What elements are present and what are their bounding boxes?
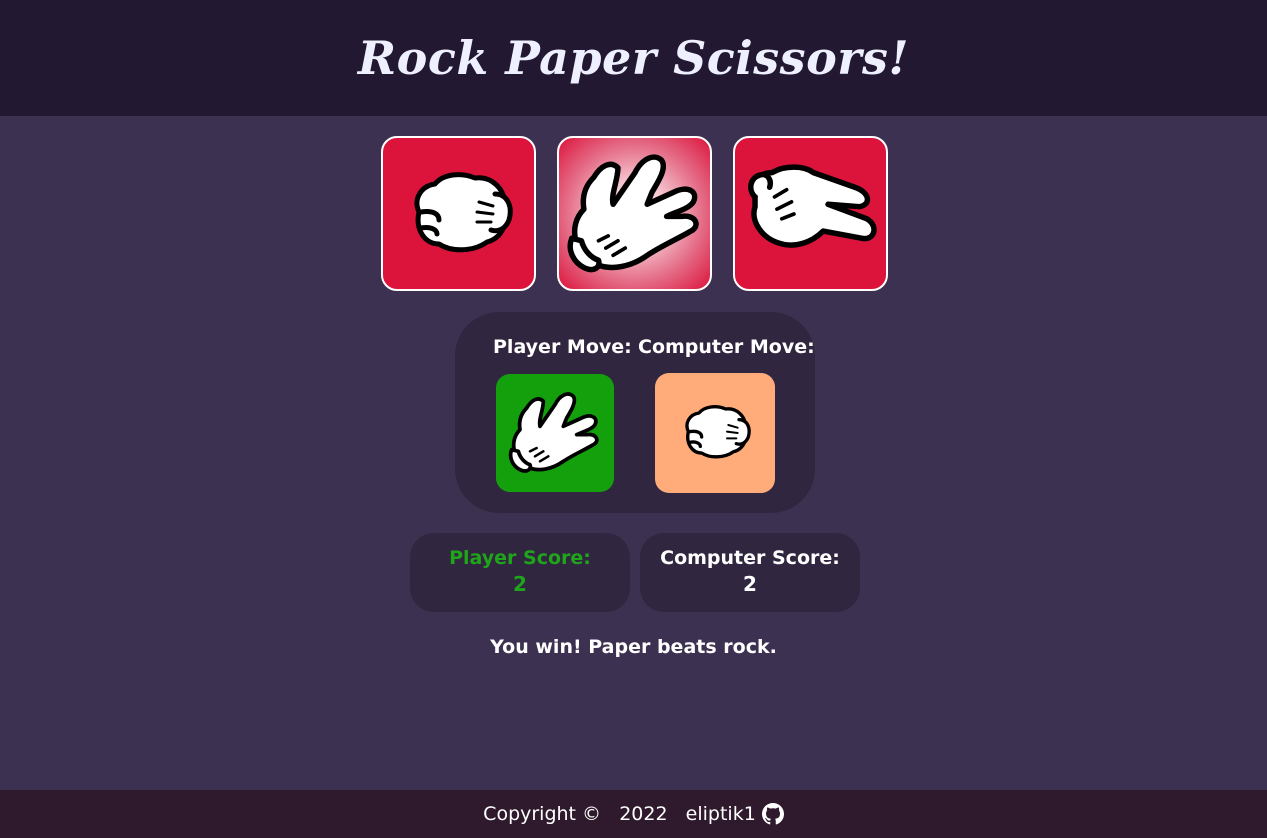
author-name: eliptik1 (685, 803, 756, 825)
computer-score-label: Computer Score: (660, 547, 840, 569)
computer-score-value: 2 (743, 572, 757, 596)
move-panel: Player Move: Computer Move: (455, 312, 815, 513)
copyright-text: Copyright © (483, 803, 602, 825)
choice-buttons (381, 136, 888, 291)
page-title: Rock Paper Scissors! (357, 31, 910, 85)
paper-button[interactable] (557, 136, 712, 291)
footer: Copyright © 2022 eliptik1 (0, 790, 1267, 838)
paper-glove-icon (508, 392, 599, 473)
computer-move-card (655, 373, 775, 493)
player-score-box: Player Score: 2 (410, 533, 630, 612)
player-score-label: Player Score: (449, 547, 591, 569)
rock-button[interactable] (381, 136, 536, 291)
github-icon[interactable] (761, 803, 784, 825)
rock-glove-icon (685, 405, 751, 459)
result-message: You win! Paper beats rock. (490, 636, 777, 658)
computer-score-box: Computer Score: 2 (640, 533, 860, 612)
rock-glove-icon (414, 171, 513, 252)
player-move-label: Player Move: (493, 336, 632, 358)
paper-glove-icon (566, 153, 699, 272)
computer-move-label: Computer Move: (638, 336, 815, 358)
scissors-button[interactable] (733, 136, 888, 291)
copyright-year: 2022 (619, 803, 668, 825)
player-move-card (496, 374, 614, 492)
header: Rock Paper Scissors! (0, 0, 1267, 116)
scissors-glove-icon (747, 163, 877, 248)
player-score-value: 2 (513, 572, 527, 596)
